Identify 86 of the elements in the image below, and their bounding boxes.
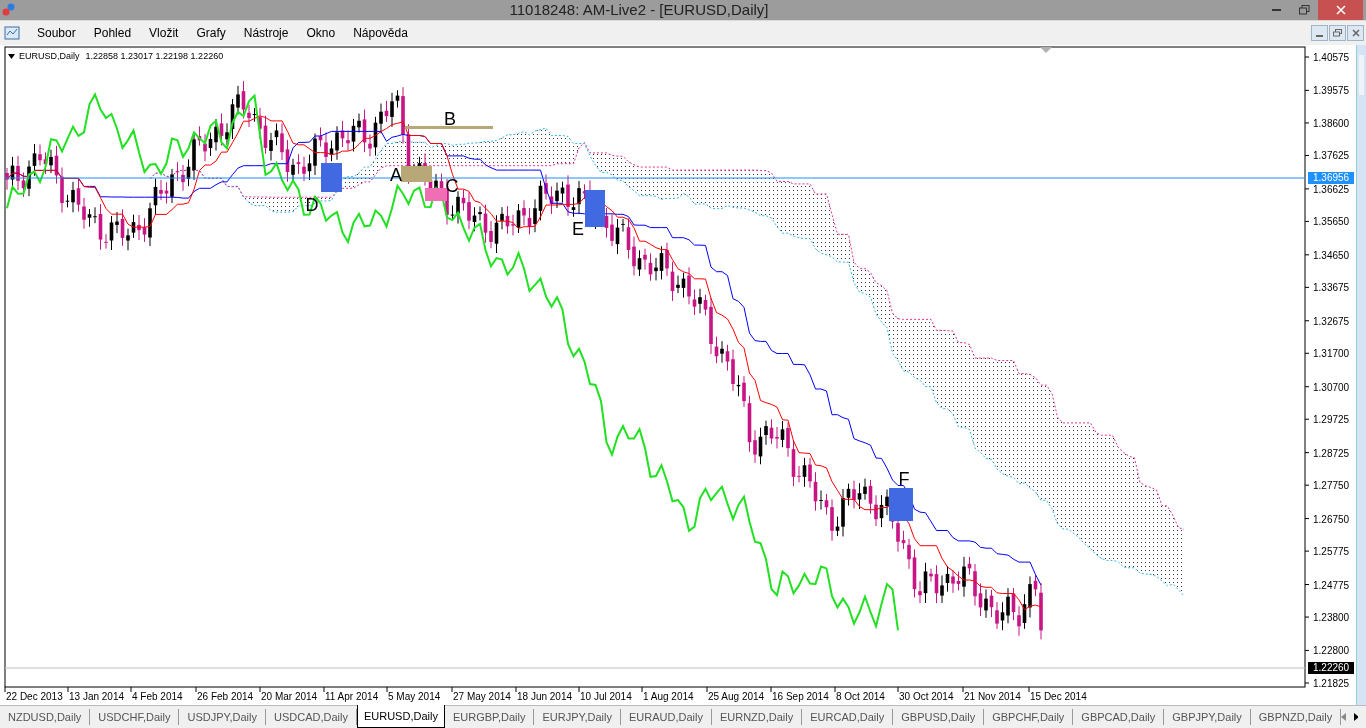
menu-item[interactable]: Vložit: [140, 24, 188, 42]
close-button[interactable]: [1318, 0, 1363, 20]
chart-icon[interactable]: [4, 25, 20, 41]
price-label: 1.35650: [1313, 216, 1350, 228]
chart-tab[interactable]: GBPNZD,Daily: [1250, 709, 1342, 725]
tab-scroll-left-icon[interactable]: [1341, 713, 1346, 721]
price-label: 1.27750: [1313, 480, 1350, 492]
mdi-minimize-button[interactable]: [1311, 25, 1328, 41]
price-label: 1.30700: [1313, 381, 1350, 393]
date-label: 8 Oct 2014: [836, 691, 885, 702]
price-label: 1.23800: [1313, 612, 1350, 624]
date-label: 11 Apr 2014: [325, 691, 379, 702]
marker-label: C: [445, 176, 459, 196]
price-label: 1.32675: [1313, 315, 1350, 327]
scrollbar[interactable]: [1356, 45, 1366, 705]
marker-label: F: [898, 469, 910, 489]
chart-symbol: EURUSD,Daily: [19, 50, 80, 63]
price-label: 1.22800: [1313, 645, 1350, 657]
chart-tab[interactable]: EURJPY,Daily: [534, 709, 621, 725]
chart-tab[interactable]: GBPJPY,Daily: [1164, 709, 1251, 725]
price-label: 1.29725: [1313, 414, 1350, 426]
price-label: 1.25775: [1313, 546, 1350, 558]
date-label: 4 Feb 2014: [132, 691, 183, 702]
date-label: 1 Aug 2014: [643, 691, 694, 702]
chart-tab[interactable]: USDCHF,Daily: [90, 709, 180, 725]
restore-icon: [1333, 29, 1342, 37]
price-label: 1.38600: [1313, 117, 1350, 129]
price-label: 1.34650: [1313, 249, 1350, 261]
marker-label: E: [572, 219, 584, 239]
date-label: 15 Dec 2014: [1030, 691, 1087, 702]
chart-tab[interactable]: GBPCHF,Daily: [984, 709, 1074, 725]
date-label: 26 Feb 2014: [197, 691, 254, 702]
date-label: 16 Sep 2014: [772, 691, 829, 702]
date-label: 10 Jul 2014: [580, 691, 632, 702]
mdi-close-button[interactable]: [1347, 25, 1364, 41]
price-label: 1.39575: [1313, 85, 1350, 97]
chart-tab[interactable]: EURGBP,Daily: [444, 709, 535, 725]
price-label: 1.26750: [1313, 513, 1350, 525]
menu-item[interactable]: Nápověda: [344, 24, 417, 42]
marker-label: A: [390, 165, 402, 185]
price-label: 1.37625: [1313, 150, 1350, 162]
dropdown-icon[interactable]: [8, 54, 15, 60]
chart-tab[interactable]: EURAUD,Daily: [620, 709, 712, 725]
price-label: 1.28725: [1313, 447, 1350, 459]
close-icon: [1351, 29, 1360, 37]
date-label: 18 Jun 2014: [517, 691, 573, 702]
menu-item[interactable]: Okno: [297, 24, 345, 42]
chart-tab[interactable]: NZDUSD,Daily: [0, 709, 91, 725]
chart-tab[interactable]: EURNZD,Daily: [711, 709, 803, 725]
price-tag: 1.36956: [1308, 172, 1354, 184]
chart-tab[interactable]: EURCAD,Daily: [802, 709, 894, 725]
date-label: 27 May 2014: [453, 691, 511, 702]
date-label: 13 Jan 2014: [69, 691, 125, 702]
window-title: 11018248: AM-Live2 - [EURUSD,Daily]: [508, 0, 770, 20]
tab-scroll-right-icon[interactable]: [1353, 713, 1358, 721]
mdi-restore-button[interactable]: [1329, 25, 1346, 41]
date-label: 25 Aug 2014: [708, 691, 765, 702]
price-label: 1.40575: [1313, 52, 1350, 63]
date-label: 5 May 2014: [388, 691, 441, 702]
chart-tab[interactable]: USDCAD,Daily: [265, 709, 357, 725]
price-label: 1.24775: [1313, 579, 1350, 591]
menu-item[interactable]: Nástroje: [234, 24, 298, 42]
scroll-thumb[interactable]: [1359, 55, 1364, 95]
date-label: 21 Nov 2014: [964, 691, 1021, 702]
scroll-marker-icon: [1040, 47, 1052, 53]
menu-item[interactable]: Grafy: [187, 24, 235, 42]
menu-item[interactable]: Pohled: [84, 24, 141, 42]
current-price-tag: 1.22260: [1308, 662, 1354, 674]
price-label: 1.33675: [1313, 282, 1350, 294]
chart-tab[interactable]: EURUSD,Daily: [356, 705, 445, 728]
price-line[interactable]: [4, 177, 1306, 179]
chart-tab[interactable]: USDJPY,Daily: [179, 709, 266, 725]
restore-icon: [1298, 5, 1310, 15]
close-icon: [1335, 5, 1346, 15]
date-label: 22 Dec 2013: [6, 691, 63, 702]
price-label: 1.36625: [1313, 183, 1350, 195]
price-label: 1.21825: [1313, 678, 1350, 689]
chart-tab[interactable]: GBPCAD,Daily: [1073, 709, 1165, 725]
price-label: 1.31700: [1313, 348, 1350, 360]
ohlc-values: 1.22858 1.23017 1.22198 1.22260: [85, 50, 224, 63]
chart-tab[interactable]: GBPUSD,Daily: [893, 709, 985, 725]
app-icon: [2, 3, 16, 17]
date-label: 20 Mar 2014: [261, 691, 318, 702]
date-label: 30 Oct 2014: [899, 691, 954, 702]
menu-item[interactable]: Soubor: [28, 24, 85, 42]
marker-label: B: [444, 109, 456, 129]
